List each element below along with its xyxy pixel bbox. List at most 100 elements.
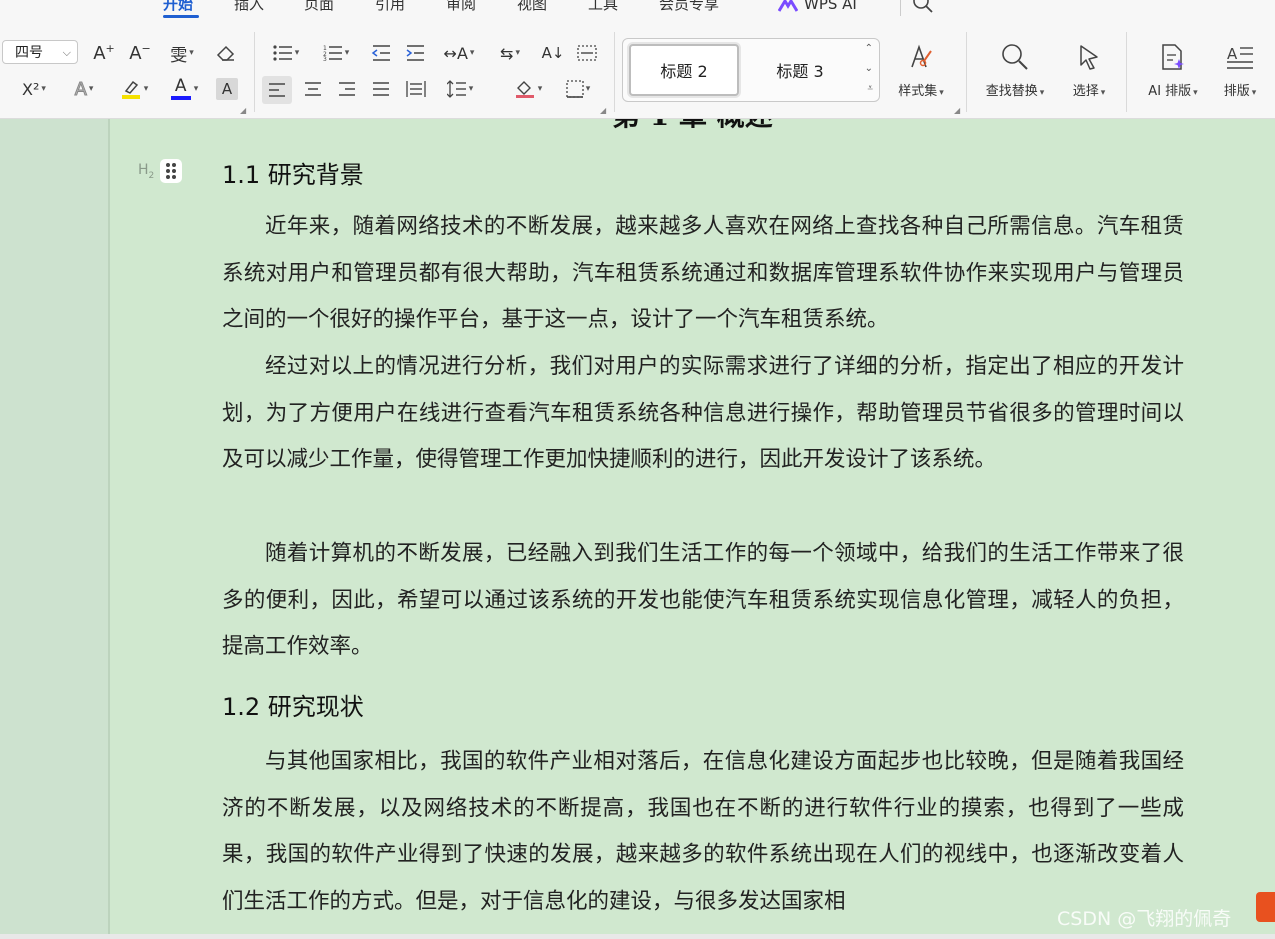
ai-document-icon: [1138, 40, 1208, 74]
text-direction-button[interactable]: ⇆ ▾: [490, 40, 530, 66]
style-set-icon: [886, 40, 956, 74]
paragraph-dialog-launcher-icon[interactable]: ◢: [600, 106, 606, 115]
font-color-button[interactable]: A ▾: [164, 76, 204, 102]
phonetic-guide-button[interactable]: 雯 ▾: [162, 40, 202, 66]
align-left-button[interactable]: [262, 76, 292, 104]
style-heading-2-label: 标题 2: [660, 62, 708, 81]
chevron-down-icon: ▾: [469, 48, 475, 58]
text-effect-button[interactable]: A ▾: [64, 76, 104, 102]
chevron-down-icon: ▾: [41, 84, 46, 94]
justify-icon: [372, 82, 390, 96]
sort-button[interactable]: A↓: [540, 40, 566, 66]
paragraph: 随着计算机的不断发展，已经融入到我们生活工作的每一个领域中，给我们的生活工作带来…: [222, 541, 1184, 660]
ai-layout-button[interactable]: AI 排版 ▾: [1138, 40, 1208, 104]
svg-text:A: A: [1227, 45, 1238, 63]
justify-button[interactable]: [368, 76, 394, 102]
tab-view[interactable]: 视图: [517, 0, 547, 14]
superscript-icon: X²: [22, 79, 40, 99]
shrink-font-icon: A−: [129, 42, 151, 64]
chapter-title: 第 1 章 概述: [612, 119, 773, 134]
show-marks-button[interactable]: [574, 40, 600, 66]
chevron-down-icon: ▾: [88, 84, 94, 94]
clear-format-button[interactable]: [212, 40, 240, 66]
ribbon-divider: [1126, 32, 1127, 112]
drag-handle-icon[interactable]: [160, 159, 182, 183]
align-right-icon: [338, 82, 356, 96]
ribbon-divider: [254, 32, 255, 112]
text-effect-icon: A: [74, 78, 87, 100]
magnifier-icon: [980, 40, 1050, 74]
bullet-list-icon: [273, 45, 293, 61]
wps-ai-logo-icon: [777, 0, 799, 16]
font-dialog-launcher-icon[interactable]: ◢: [240, 106, 246, 115]
tab-member[interactable]: 会员专享: [659, 0, 719, 14]
show-marks-icon: [577, 45, 597, 61]
csdn-logo-icon: [1256, 892, 1275, 922]
chevron-down-icon: ▾: [193, 84, 199, 94]
chevron-down-icon: ▾: [1193, 88, 1198, 98]
gallery-scroll-down-icon[interactable]: ⌄: [865, 63, 873, 74]
shading-button[interactable]: ▾: [508, 76, 548, 102]
layout-button[interactable]: A 排版 ▾: [1208, 40, 1272, 104]
gallery-scroll-up-icon[interactable]: ⌃: [865, 43, 873, 54]
layout-label: 排版: [1223, 84, 1250, 99]
grow-font-button[interactable]: A+: [90, 40, 118, 66]
shrink-font-button[interactable]: A−: [126, 40, 154, 66]
paint-bucket-icon: [514, 79, 536, 99]
style-gallery: 标题 2 标题 3 ⌃ ⌄ ⩡: [622, 38, 880, 102]
tab-review[interactable]: 审阅: [446, 0, 476, 14]
cursor-arrow-icon: [1054, 40, 1124, 74]
styles-dialog-launcher-icon[interactable]: ◢: [954, 106, 960, 115]
char-spacing-button[interactable]: ↔A ▾: [438, 40, 480, 66]
tab-home[interactable]: 开始: [163, 0, 193, 14]
gallery-expand-icon[interactable]: ⩡: [867, 83, 873, 94]
paragraph: 近年来，随着网络技术的不断发展，越来越多人喜欢在网络上查找各种自己所需信息。汽车…: [222, 214, 1184, 333]
align-center-button[interactable]: [300, 76, 326, 102]
chevron-down-icon: ▾: [294, 48, 300, 58]
distributed-align-icon: [406, 81, 426, 97]
style-heading-3[interactable]: 标题 3: [745, 44, 855, 96]
superscript-button[interactable]: X² ▾: [14, 76, 54, 102]
tab-references[interactable]: 引用: [375, 0, 405, 14]
select-button[interactable]: 选择 ▾: [1054, 40, 1124, 104]
find-replace-button[interactable]: 查找替换 ▾: [980, 40, 1050, 104]
font-color-icon: A: [170, 78, 192, 100]
chevron-down-icon: ▾: [143, 84, 149, 94]
find-replace-label: 查找替换: [985, 84, 1038, 99]
chevron-down-icon: ▾: [537, 84, 543, 94]
chevron-down-icon: ⌵: [62, 46, 71, 59]
style-heading-3-label: 标题 3: [776, 62, 824, 81]
distributed-align-button[interactable]: [402, 76, 430, 102]
char-shading-button[interactable]: A: [216, 78, 238, 100]
highlight-button[interactable]: ▾: [114, 76, 154, 102]
borders-button[interactable]: ▾: [558, 76, 598, 102]
line-spacing-button[interactable]: ▾: [440, 76, 480, 102]
ai-layout-label: AI 排版: [1148, 84, 1192, 99]
search-icon[interactable]: [912, 0, 934, 18]
menu-bar: 开始 插入 页面 引用 审阅 视图 工具 会员专享 WPS AI: [0, 0, 1275, 22]
ribbon-divider: [614, 32, 615, 112]
tab-insert[interactable]: 插入: [234, 0, 264, 14]
increase-indent-button[interactable]: [402, 40, 428, 66]
align-right-button[interactable]: [334, 76, 360, 102]
bullet-list-button[interactable]: ▾: [266, 40, 306, 66]
phonetic-icon: 雯: [170, 45, 188, 66]
chevron-down-icon: ▾: [468, 84, 474, 94]
align-center-icon: [304, 82, 322, 96]
numbered-list-button[interactable]: 123 ▾: [316, 40, 356, 66]
tab-wps-ai[interactable]: WPS AI: [804, 0, 857, 14]
ribbon-divider: [966, 32, 967, 112]
font-size-select[interactable]: 四号 ⌵: [2, 40, 78, 64]
style-heading-2[interactable]: 标题 2: [629, 44, 739, 96]
chevron-down-icon: ▾: [515, 48, 520, 58]
highlighter-icon: [120, 79, 142, 99]
status-bar: [0, 934, 1275, 939]
decrease-indent-button[interactable]: [368, 40, 394, 66]
svg-text:3: 3: [323, 56, 327, 61]
tab-tools[interactable]: 工具: [588, 0, 618, 14]
style-set-button[interactable]: 样式集 ▾: [886, 40, 956, 104]
layout-icon: A: [1208, 40, 1272, 74]
border-icon: [566, 80, 584, 98]
heading-level-marker: H2: [138, 162, 155, 181]
tab-page[interactable]: 页面: [304, 0, 334, 14]
